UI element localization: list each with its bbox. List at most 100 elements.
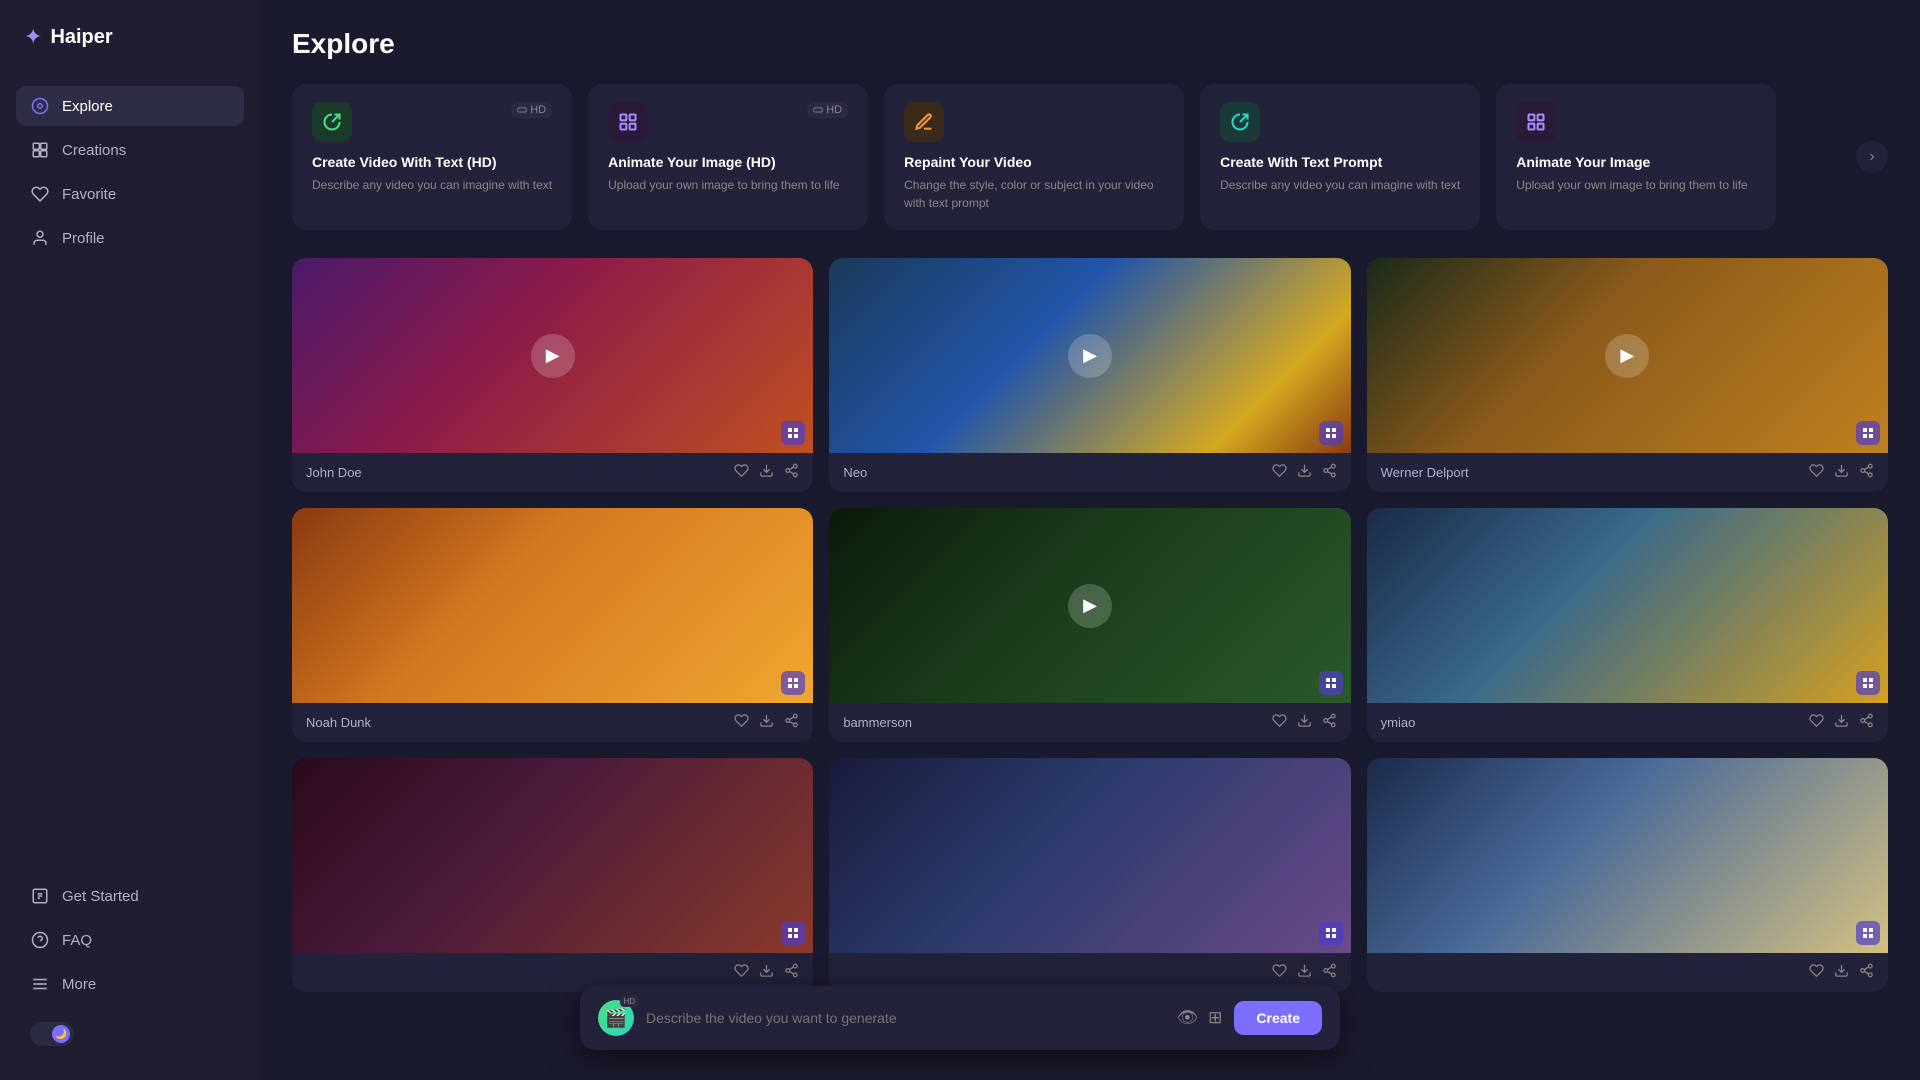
download-button-v1[interactable]	[759, 463, 774, 482]
sidebar-item-get-started[interactable]: Get Started	[16, 876, 244, 916]
video-thumb-v7	[292, 758, 813, 953]
video-footer-v4: Noah Dunk	[292, 703, 813, 742]
hd-badge-create-video-text-hd: HD	[511, 102, 552, 118]
like-button-v3[interactable]	[1809, 463, 1824, 482]
theme-toggle[interactable]: 🌙	[30, 1022, 74, 1046]
video-footer-v1: John Doe	[292, 453, 813, 492]
eye-icon[interactable]: 👁	[1177, 1008, 1199, 1028]
feature-card-title-repaint-video: Repaint Your Video	[904, 154, 1164, 170]
download-button-v2[interactable]	[1297, 463, 1312, 482]
sidebar-item-creations[interactable]: Creations	[16, 130, 244, 170]
video-card-v7[interactable]	[292, 758, 813, 992]
video-card-v8[interactable]	[829, 758, 1350, 992]
logo: ✦ Haiper	[16, 24, 244, 50]
share-button-v5[interactable]	[1322, 713, 1337, 732]
prompt-bar: 🎬 HD 👁 ⊞ Create	[580, 986, 1340, 1050]
share-button-v2[interactable]	[1322, 463, 1337, 482]
download-button-v9[interactable]	[1834, 963, 1849, 982]
video-actions-v4	[734, 713, 799, 732]
play-button-v3[interactable]: ▶	[1605, 334, 1649, 378]
feature-card-animate-your-image[interactable]: Animate Your Image Upload your own image…	[1496, 84, 1776, 230]
grid-icon-v2	[1319, 421, 1343, 445]
download-button-v4[interactable]	[759, 713, 774, 732]
feature-card-create-text-prompt[interactable]: Create With Text Prompt Describe any vid…	[1200, 84, 1480, 230]
video-actions-v5	[1272, 713, 1337, 732]
profile-icon	[30, 228, 50, 248]
video-card-v5[interactable]: ▶ bammerson	[829, 508, 1350, 742]
play-button-v2[interactable]: ▶	[1068, 334, 1112, 378]
feature-card-header-create-video-text-hd: HD	[312, 102, 552, 142]
create-button[interactable]: Create	[1234, 1001, 1322, 1035]
video-actions-v6	[1809, 713, 1874, 732]
prompt-input[interactable]	[646, 1010, 1165, 1026]
video-card-v1[interactable]: ▶ John Doe	[292, 258, 813, 492]
scroll-right-button[interactable]: ›	[1856, 141, 1888, 173]
video-author-v3: Werner Delport	[1381, 465, 1469, 480]
like-button-v7[interactable]	[734, 963, 749, 982]
feature-card-title-create-video-text-hd: Create Video With Text (HD)	[312, 154, 552, 170]
video-card-v2[interactable]: ▶ Neo	[829, 258, 1350, 492]
video-thumb-v3: ▶	[1367, 258, 1888, 453]
sidebar-item-profile[interactable]: Profile	[16, 218, 244, 258]
feature-card-desc-create-text-prompt: Describe any video you can imagine with …	[1220, 176, 1460, 194]
share-button-v1[interactable]	[784, 463, 799, 482]
like-button-v6[interactable]	[1809, 713, 1824, 732]
feature-card-repaint-video[interactable]: Repaint Your Video Change the style, col…	[884, 84, 1184, 230]
download-button-v7[interactable]	[759, 963, 774, 982]
feature-card-animate-image-hd[interactable]: HD Animate Your Image (HD) Upload your o…	[588, 84, 868, 230]
toggle-knob: 🌙	[52, 1025, 70, 1043]
settings-icon[interactable]: ⊞	[1208, 1008, 1222, 1028]
feature-card-desc-repaint-video: Change the style, color or subject in yo…	[904, 176, 1164, 212]
share-button-v3[interactable]	[1859, 463, 1874, 482]
video-thumb-v2: ▶	[829, 258, 1350, 453]
feature-card-title-create-text-prompt: Create With Text Prompt	[1220, 154, 1460, 170]
like-button-v4[interactable]	[734, 713, 749, 732]
video-card-v4[interactable]: Noah Dunk	[292, 508, 813, 742]
video-card-v6[interactable]: ymiao	[1367, 508, 1888, 742]
share-button-v9[interactable]	[1859, 963, 1874, 982]
video-author-v2: Neo	[843, 465, 867, 480]
play-button-v5[interactable]: ▶	[1068, 584, 1112, 628]
download-button-v5[interactable]	[1297, 713, 1312, 732]
grid-icon-v3	[1856, 421, 1880, 445]
sidebar-item-label-explore: Explore	[62, 98, 113, 115]
main-nav: Explore Creations Favorite Profile	[16, 86, 244, 262]
sidebar-item-label-profile: Profile	[62, 230, 105, 247]
feature-icon-create-video-text-hd	[312, 102, 352, 142]
sidebar-item-explore[interactable]: Explore	[16, 86, 244, 126]
theme-toggle-row: 🌙	[16, 1012, 244, 1056]
sidebar-item-label-creations: Creations	[62, 142, 126, 159]
sidebar-item-more[interactable]: More	[16, 964, 244, 1004]
grid-icon-v5	[1319, 671, 1343, 695]
share-button-v4[interactable]	[784, 713, 799, 732]
download-button-v3[interactable]	[1834, 463, 1849, 482]
video-card-v9[interactable]	[1367, 758, 1888, 992]
share-button-v8[interactable]	[1322, 963, 1337, 982]
faq-icon	[30, 930, 50, 950]
grid-icon-v6	[1856, 671, 1880, 695]
prompt-avatar: 🎬 HD	[598, 1000, 634, 1036]
sidebar-bottom: Get Started FAQ More 🌙	[16, 876, 244, 1056]
sidebar-item-faq[interactable]: FAQ	[16, 920, 244, 960]
play-button-v1[interactable]: ▶	[531, 334, 575, 378]
share-button-v7[interactable]	[784, 963, 799, 982]
like-button-v8[interactable]	[1272, 963, 1287, 982]
like-button-v9[interactable]	[1809, 963, 1824, 982]
video-thumb-v9	[1367, 758, 1888, 953]
sidebar-item-favorite[interactable]: Favorite	[16, 174, 244, 214]
video-author-v4: Noah Dunk	[306, 715, 371, 730]
sidebar-item-label-faq: FAQ	[62, 932, 92, 949]
like-button-v2[interactable]	[1272, 463, 1287, 482]
download-button-v8[interactable]	[1297, 963, 1312, 982]
video-actions-v7	[734, 963, 799, 982]
like-button-v1[interactable]	[734, 463, 749, 482]
feature-card-title-animate-image-hd: Animate Your Image (HD)	[608, 154, 848, 170]
download-button-v6[interactable]	[1834, 713, 1849, 732]
page-title: Explore	[292, 28, 1888, 60]
share-button-v6[interactable]	[1859, 713, 1874, 732]
video-card-v3[interactable]: ▶ Werner Delport	[1367, 258, 1888, 492]
sidebar-item-label-favorite: Favorite	[62, 186, 116, 203]
like-button-v5[interactable]	[1272, 713, 1287, 732]
sidebar-item-label-more: More	[62, 976, 96, 993]
feature-card-create-video-text-hd[interactable]: HD Create Video With Text (HD) Describe …	[292, 84, 572, 230]
